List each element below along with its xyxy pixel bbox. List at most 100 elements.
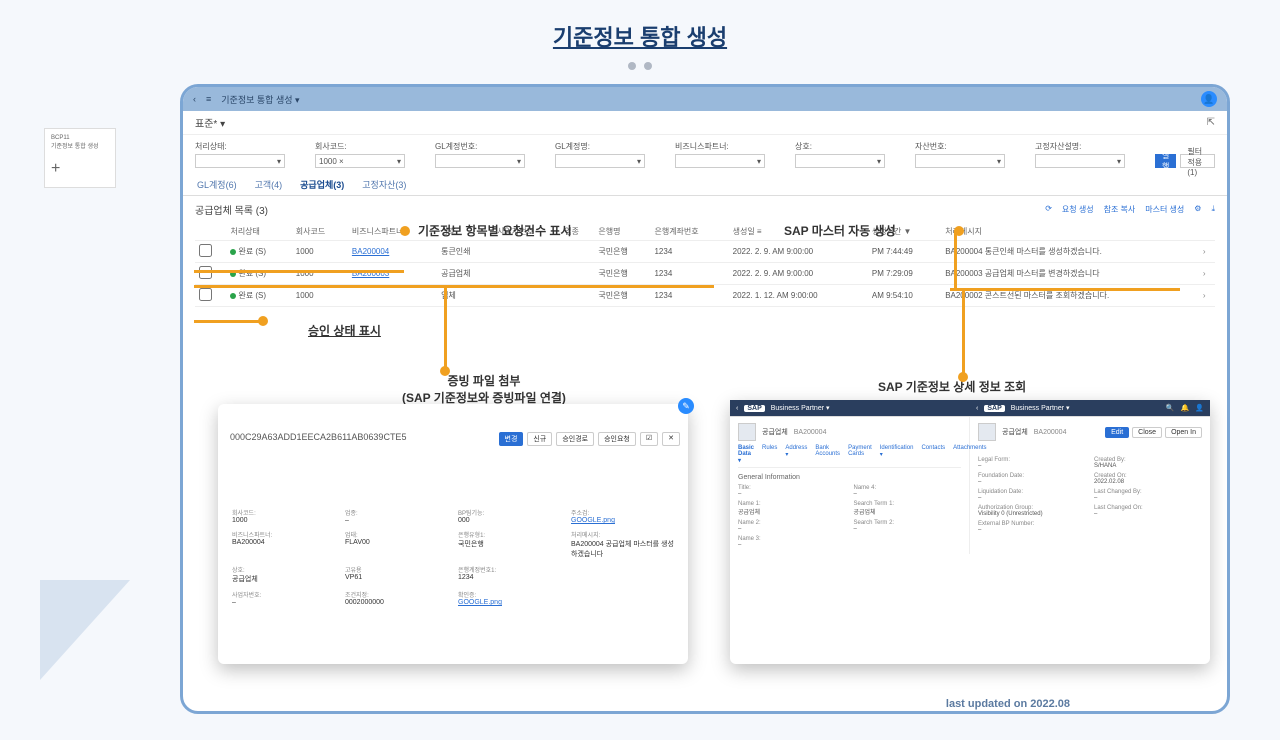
dropdown-icon[interactable]: ▾ bbox=[757, 157, 761, 166]
col-header[interactable]: 은행계좌번호 bbox=[650, 223, 728, 241]
sap-fields-left: Title:–Name 4:–Name 1:공급업체Search Term 1:… bbox=[738, 485, 961, 548]
table-row[interactable]: 완료 (S)1000BA200004통큰인쇄국민은행12342022. 2. 9… bbox=[195, 241, 1215, 263]
orange-dot bbox=[258, 316, 268, 326]
general-info-label: General Information bbox=[738, 474, 961, 481]
dropdown-icon[interactable]: ▾ bbox=[277, 157, 281, 166]
user-avatar-icon[interactable]: 👤 bbox=[1201, 91, 1217, 107]
dropdown-icon[interactable]: ▾ bbox=[397, 157, 401, 166]
filter-label: GL계정명: bbox=[555, 141, 645, 152]
corner-decoration bbox=[40, 580, 130, 680]
list-header: 공급업체 목록 (3) ⟳ 요청 생성 참조 복사 마스터 생성 ⚙ ⤓ bbox=[183, 196, 1227, 223]
sap-app-bar: ‹SAPBusiness Partner ▾ ‹SAPBusiness Part… bbox=[730, 400, 1210, 416]
filter-input[interactable]: ▾ bbox=[435, 154, 525, 168]
filter-label: 회사코드: bbox=[315, 141, 405, 152]
orange-line-v bbox=[962, 288, 965, 376]
card-action[interactable]: 신규 bbox=[527, 432, 552, 446]
col-header[interactable]: 은행명 bbox=[594, 223, 650, 241]
refresh-icon[interactable]: ⟳ bbox=[1045, 204, 1052, 215]
filter-row: 처리상태:▾회사코드:1000 ×▾GL계정번호:▾GL계정명:▾비즈니스파트너… bbox=[183, 135, 1227, 174]
dropdown-icon[interactable]: ▾ bbox=[997, 157, 1001, 166]
user-icon[interactable]: 👤 bbox=[1195, 404, 1204, 412]
col-header[interactable] bbox=[195, 223, 226, 241]
std-dropdown[interactable]: 표준* ▾ bbox=[195, 115, 225, 130]
table-row[interactable]: 완료 (S)1000BA200003공급업체국민은행12342022. 2. 9… bbox=[195, 263, 1215, 285]
tab-item[interactable]: 고정자산(3) bbox=[360, 174, 408, 195]
card-actions: 변경신규 승인경로 승인요청 ☑ ✕ bbox=[499, 432, 680, 446]
row-checkbox[interactable] bbox=[199, 244, 212, 257]
filter-input[interactable]: ▾ bbox=[675, 154, 765, 168]
back-icon[interactable]: ‹ bbox=[193, 94, 196, 104]
annot-file-attach: 증빙 파일 첨부 (SAP 기준정보와 증빙파일 연결) bbox=[402, 372, 566, 406]
dropdown-icon[interactable]: ▾ bbox=[637, 157, 641, 166]
add-icon[interactable]: + bbox=[51, 160, 109, 178]
apply-filter-button[interactable]: 필터 적용(1) bbox=[1180, 154, 1215, 168]
filter-input[interactable]: ▾ bbox=[1035, 154, 1125, 168]
card-action[interactable]: ☑ bbox=[640, 432, 658, 446]
search-icon[interactable]: 🔍 bbox=[1166, 404, 1175, 412]
filter-input[interactable]: ▾ bbox=[915, 154, 1005, 168]
breadcrumb[interactable]: 기준정보 통합 생성 ▾ bbox=[221, 93, 299, 106]
sap-header-right: 공급업체 BA200004 EditCloseOpen In bbox=[978, 423, 1202, 441]
sap-tab[interactable]: Identification ▾ bbox=[880, 445, 914, 464]
detail-arrow-icon[interactable]: › bbox=[1203, 247, 1206, 256]
master-create-link[interactable]: 마스터 생성 bbox=[1145, 204, 1184, 215]
card-action[interactable]: 변경 bbox=[499, 432, 524, 446]
run-button[interactable]: 실행 bbox=[1155, 154, 1176, 168]
card-action[interactable]: 승인경로 bbox=[556, 432, 594, 446]
back-icon[interactable]: ‹ bbox=[976, 405, 978, 412]
sap-tab[interactable]: Contacts bbox=[921, 445, 945, 464]
orange-line bbox=[194, 285, 714, 288]
sap-tab[interactable]: Rules bbox=[762, 445, 777, 464]
col-header[interactable]: 회사코드 bbox=[292, 223, 348, 241]
detail-arrow-icon[interactable]: › bbox=[1203, 291, 1206, 300]
card-action[interactable]: ✕ bbox=[662, 432, 680, 446]
col-header[interactable]: 처리상태 bbox=[226, 223, 291, 241]
tab-item[interactable]: GL계정(6) bbox=[195, 174, 239, 195]
annot-request-count: 기준정보 항목별 요청건수 표시 bbox=[418, 222, 572, 239]
side-thumbnail[interactable]: BCP11 기준정보 통합 생성 + bbox=[44, 128, 116, 188]
filter-input[interactable]: ▾ bbox=[195, 154, 285, 168]
dropdown-icon[interactable]: ▾ bbox=[1117, 157, 1121, 166]
sap-tab[interactable]: Payment Cards bbox=[848, 445, 872, 464]
row-checkbox[interactable] bbox=[199, 288, 212, 301]
back-icon[interactable]: ‹ bbox=[736, 405, 738, 412]
bp-link[interactable]: BA200004 bbox=[352, 247, 389, 256]
sap-tab[interactable]: Bank Accounts bbox=[815, 445, 840, 464]
filter-label: GL계정번호: bbox=[435, 141, 525, 152]
filter-input[interactable]: ▾ bbox=[555, 154, 645, 168]
dropdown-icon[interactable]: ▾ bbox=[877, 157, 881, 166]
detail-arrow-icon[interactable]: › bbox=[1203, 269, 1206, 278]
tab-item[interactable]: 고객(4) bbox=[253, 174, 285, 195]
card-action[interactable]: 승인요청 bbox=[598, 432, 636, 446]
sap-tabs: Basic Data ▾ Rules Address ▾ Bank Accounts P… bbox=[738, 445, 961, 468]
sap-logo: SAP bbox=[744, 405, 764, 412]
bell-icon[interactable]: 🔔 bbox=[1181, 404, 1190, 412]
sap-button[interactable]: Close bbox=[1132, 427, 1162, 438]
dropdown-icon[interactable]: ▾ bbox=[517, 157, 521, 166]
detail-grid: 회사코드:1000업종:–BP팀기능:000주소검:GOOGLE.png비즈니스… bbox=[218, 448, 688, 616]
create-request-link[interactable]: 요청 생성 bbox=[1062, 204, 1094, 215]
orange-dot bbox=[400, 226, 410, 236]
tab-item[interactable]: 공급업체(3) bbox=[298, 174, 346, 195]
sap-button[interactable]: Edit bbox=[1105, 427, 1129, 438]
sap-tab[interactable]: Address ▾ bbox=[785, 445, 807, 464]
filter-label: 비즈니스파트너: bbox=[675, 141, 765, 152]
settings-icon[interactable]: ⚙ bbox=[1194, 204, 1201, 215]
filter-input[interactable]: 1000 ×▾ bbox=[315, 154, 405, 168]
card-badge-icon[interactable]: ✎ bbox=[678, 398, 694, 414]
orange-line bbox=[194, 270, 404, 273]
sap-button[interactable]: Open In bbox=[1165, 427, 1202, 438]
col-header[interactable]: 처리메시지 bbox=[941, 223, 1199, 241]
col-header[interactable] bbox=[1199, 223, 1215, 241]
header-row: 표준* ▾ ⇱ bbox=[183, 111, 1227, 135]
status-badge: 완료 (S) bbox=[230, 246, 266, 257]
export-icon[interactable]: ⤓ bbox=[1211, 204, 1215, 215]
menu-icon[interactable]: ≡ bbox=[206, 94, 211, 104]
annot-sap-auto: SAP 마스터 자동 생성 bbox=[784, 222, 896, 239]
refer-copy-link[interactable]: 참조 복사 bbox=[1104, 204, 1136, 215]
orange-dot bbox=[958, 372, 968, 382]
filter-input[interactable]: ▾ bbox=[795, 154, 885, 168]
sap-card: ‹SAPBusiness Partner ▾ ‹SAPBusiness Part… bbox=[730, 400, 1210, 664]
sap-tab[interactable]: Basic Data ▾ bbox=[738, 445, 754, 464]
share-icon[interactable]: ⇱ bbox=[1207, 117, 1215, 128]
